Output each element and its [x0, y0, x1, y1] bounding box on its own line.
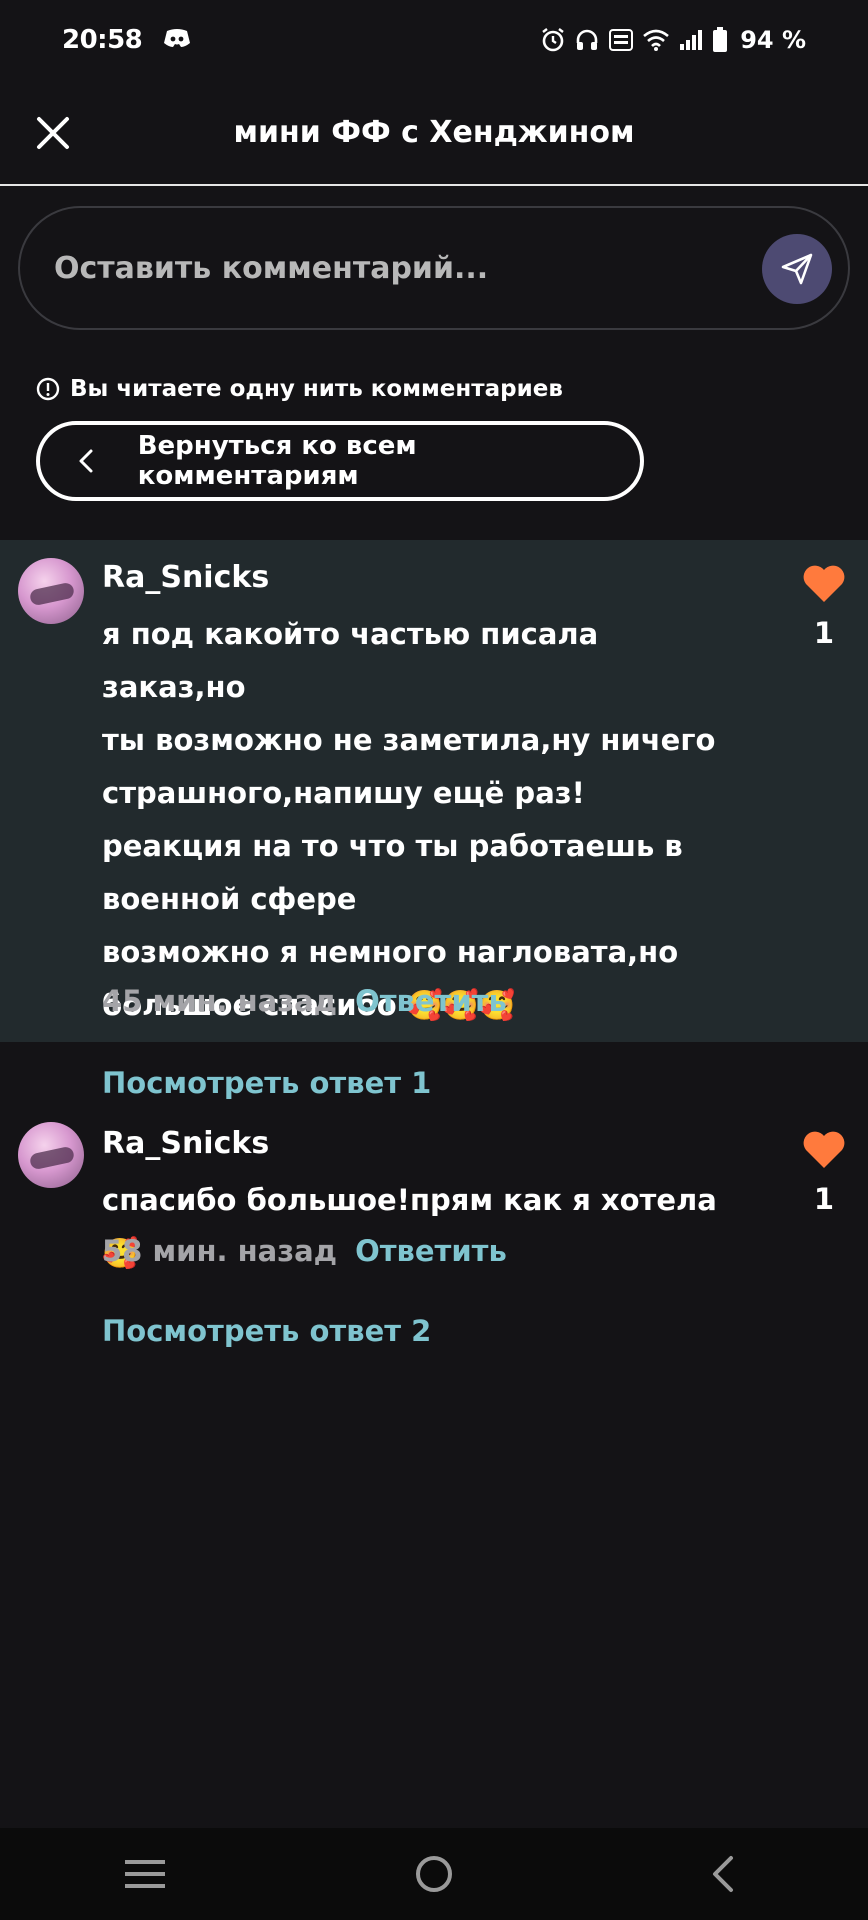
chevron-left-icon [713, 1856, 734, 1892]
discord-icon [164, 28, 191, 52]
battery-percent: 94 % [740, 26, 806, 54]
send-button[interactable] [762, 234, 832, 304]
close-icon [37, 117, 69, 149]
comment-box [18, 206, 850, 330]
comment-item: Ra_Snicks я под какойто частью писала за… [0, 540, 868, 1042]
comment-line: возможно я немного нагловата,но [102, 935, 679, 969]
menu-icon [124, 1860, 165, 1888]
thread-note: Вы читаете одну нить комментариев [36, 376, 563, 402]
comment-time: 58 мин. назад [102, 1234, 338, 1268]
info-icon [36, 377, 60, 401]
view-replies-link[interactable]: Посмотреть ответ 2 [102, 1314, 431, 1348]
signal-icon [678, 28, 704, 52]
comment-line: военной сфере [102, 882, 357, 916]
reply-button[interactable]: Ответить [355, 984, 507, 1018]
page-title: мини ФФ с Хенджином [233, 114, 635, 150]
view-replies-link[interactable]: Посмотреть ответ 1 [102, 1066, 431, 1100]
heart-icon[interactable] [802, 564, 846, 604]
headphones-icon [574, 27, 600, 53]
home-circle-icon [415, 1856, 452, 1892]
like-count: 1 [813, 616, 834, 650]
volte-icon [608, 27, 634, 53]
comment-line: страшного,напишу ещё раз! [102, 776, 585, 810]
like-count: 1 [813, 1182, 834, 1216]
avatar[interactable] [18, 1122, 84, 1188]
comment-input[interactable] [54, 250, 734, 286]
recent-apps-button[interactable] [105, 1834, 185, 1914]
comment-text: я под какойто частью писала заказ,но ты … [102, 608, 742, 1032]
comment-time: 45 мин. назад [102, 984, 338, 1018]
back-nav-button[interactable] [683, 1834, 763, 1914]
back-to-all-comments-button[interactable]: Вернуться ко всем комментариям [36, 421, 644, 501]
back-button-label: Вернуться ко всем комментариям [137, 431, 417, 491]
chevron-left-icon [78, 448, 102, 474]
comment-username[interactable]: Ra_Snicks [102, 1126, 269, 1161]
comment-item: Ra_Snicks спасибо большое!прям как я хот… [0, 1106, 868, 1276]
send-icon [781, 253, 813, 285]
close-button[interactable] [30, 110, 76, 156]
system-nav-bar [0, 1828, 868, 1920]
alarm-icon [540, 27, 566, 53]
comment-line: реакция на то что ты работаешь в [102, 829, 683, 863]
wifi-icon [642, 28, 670, 52]
reply-button[interactable]: Ответить [355, 1234, 507, 1268]
comment-line: ты возможно не заметила,ну ничего [102, 723, 716, 757]
battery-icon [712, 27, 728, 53]
comment-meta: 58 мин. назад Ответить [102, 1234, 507, 1268]
home-button[interactable] [394, 1834, 474, 1914]
thread-note-text: Вы читаете одну нить комментариев [70, 376, 563, 402]
comment-username[interactable]: Ra_Snicks [102, 560, 269, 595]
header: мини ФФ с Хенджином [0, 80, 868, 186]
status-time: 20:58 [62, 25, 143, 55]
comment-meta: 45 мин. назад Ответить [102, 984, 507, 1018]
comment-line: я под какойто частью писала заказ,но [102, 617, 599, 704]
avatar[interactable] [18, 558, 84, 624]
heart-icon[interactable] [802, 1130, 846, 1170]
status-bar: 20:58 94 % [0, 0, 868, 80]
